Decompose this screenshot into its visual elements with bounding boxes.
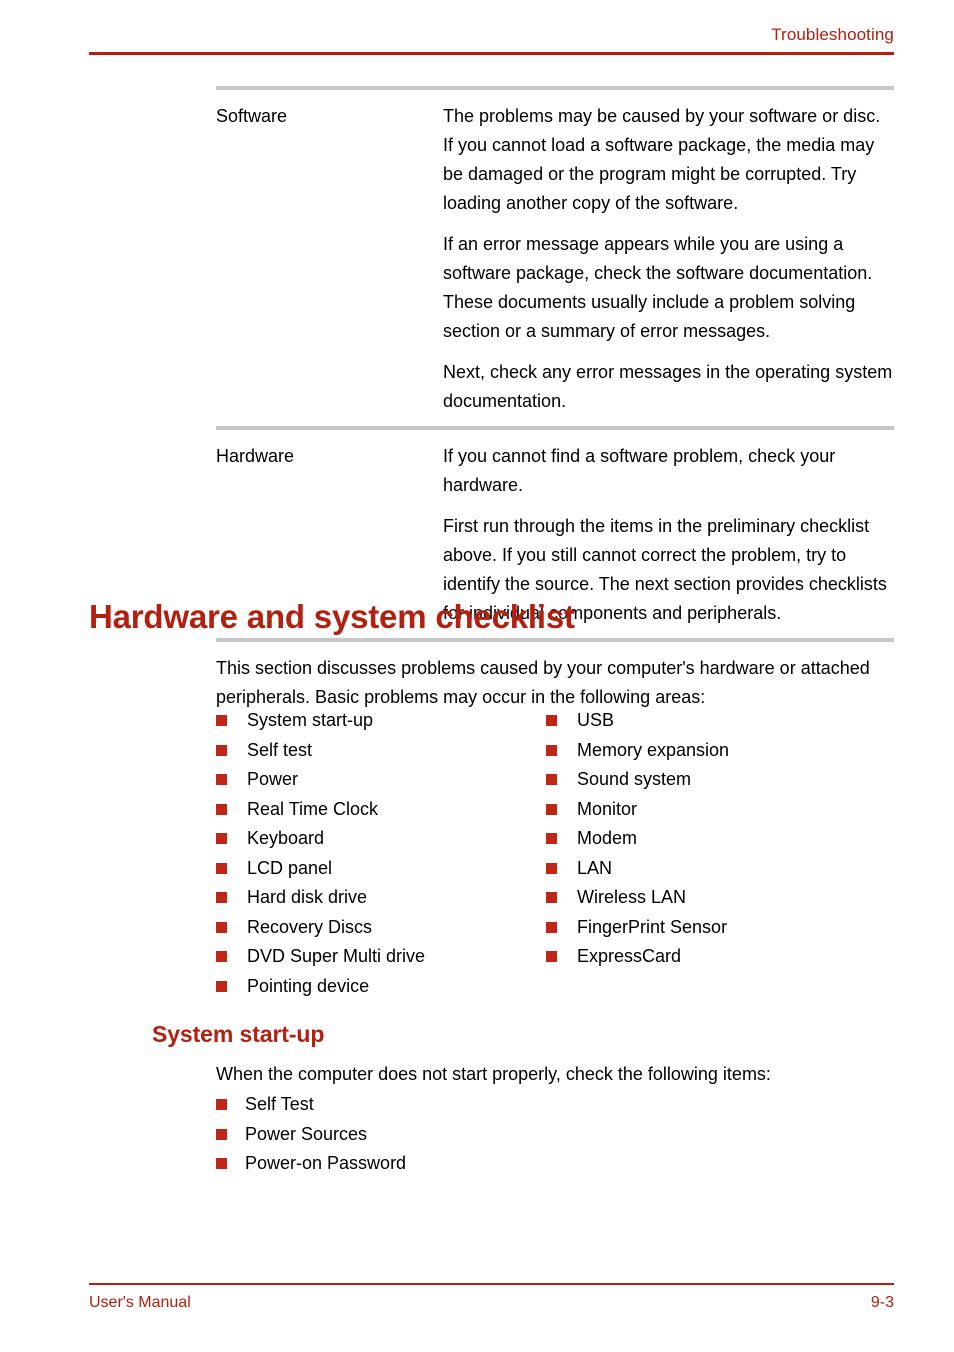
- checklist-item-label: Memory expansion: [577, 739, 730, 760]
- checklist-item: DVD Super Multi drive: [216, 942, 546, 972]
- checklist-item: Pointing device: [216, 972, 546, 1002]
- checklist-right-column: USB Memory expansion Sound system Monitor Mo…: [546, 706, 876, 1001]
- checklist-item: Hard disk drive: [216, 883, 546, 913]
- square-bullet-icon: [216, 833, 227, 844]
- subsection-item: Self Test: [216, 1090, 906, 1120]
- header-divider: [89, 52, 894, 55]
- checklist-item: Self test: [216, 736, 546, 766]
- checklist-item-label: LAN: [577, 857, 613, 878]
- square-bullet-icon: [546, 803, 557, 815]
- page-footer: User's Manual 9-3: [89, 1292, 894, 1314]
- checklist-item: Memory expansion: [546, 736, 876, 766]
- subsection-intro: When the computer does not start properl…: [216, 1060, 906, 1089]
- square-bullet-icon: [216, 803, 227, 815]
- checklist-item-label: System start-up: [247, 710, 374, 730]
- checklist-item-label: Wireless LAN: [577, 887, 687, 907]
- checklist-item-label: Pointing device: [247, 975, 370, 996]
- checklist-item-label: Sound system: [577, 769, 692, 789]
- footer-divider: [89, 1283, 894, 1285]
- checklist-item: Wireless LAN: [546, 883, 876, 913]
- subsection-heading: System start-up: [152, 1021, 325, 1047]
- checklist-item-label: Modem: [577, 828, 638, 848]
- square-bullet-icon: [216, 715, 227, 726]
- subsection-item: Power Sources: [216, 1120, 906, 1150]
- page-header-title: Troubleshooting: [771, 25, 894, 44]
- footer-manual-label: User's Manual: [89, 1294, 191, 1311]
- square-bullet-icon: [546, 862, 557, 874]
- checklist-item-label: Self test: [247, 739, 313, 760]
- square-bullet-icon: [546, 951, 557, 962]
- subsection-item-label: Power-on Password: [245, 1153, 407, 1173]
- checklist-item: Power: [216, 765, 546, 795]
- square-bullet-icon: [216, 951, 227, 962]
- checklist-item-label: Real Time Clock: [247, 798, 379, 819]
- table-term: Hardware: [216, 446, 295, 466]
- checklist-item: Keyboard: [216, 824, 546, 854]
- square-bullet-icon: [546, 833, 557, 844]
- checklist-item: LAN: [546, 854, 876, 884]
- checklist-item-label: Power: [247, 769, 299, 789]
- table-paragraph: The problems may be caused by your softw…: [443, 106, 881, 213]
- checklist-item: LCD panel: [216, 854, 546, 884]
- checklist-item-label: Monitor: [577, 798, 638, 819]
- square-bullet-icon: [216, 744, 227, 756]
- square-bullet-icon: [546, 715, 557, 726]
- footer-page-number: 9-3: [870, 1294, 894, 1311]
- checklist-item: Modem: [546, 824, 876, 854]
- square-bullet-icon: [546, 744, 557, 756]
- page-header: Troubleshooting: [89, 24, 894, 46]
- checklist-item: USB: [546, 706, 876, 736]
- checklist-left-column: System start-up Self test Power Real Time C…: [216, 706, 546, 1001]
- checklist-item-label: Keyboard: [247, 828, 325, 848]
- checklist-columns: System start-up Self test Power Real Time C…: [216, 706, 906, 1001]
- square-bullet-icon: [216, 921, 227, 933]
- square-bullet-icon: [216, 1099, 227, 1110]
- subsection-item-label: Power Sources: [245, 1123, 368, 1144]
- square-bullet-icon: [216, 1158, 227, 1169]
- table-paragraph: If you cannot find a software problem, c…: [443, 446, 836, 495]
- definition-table: Software The problems may be caused by y…: [216, 86, 894, 642]
- square-bullet-icon: [216, 980, 227, 992]
- checklist-item: Monitor: [546, 795, 876, 825]
- square-bullet-icon: [216, 892, 227, 903]
- checklist-item: ExpressCard: [546, 942, 876, 972]
- subsection-item-label: Self Test: [245, 1094, 314, 1114]
- checklist-item-label: Recovery Discs: [247, 916, 373, 937]
- manual-page: Troubleshooting Software The problems ma…: [0, 0, 954, 1352]
- subsection-checklist: Self Test Power Sources Power-on Password: [216, 1090, 906, 1179]
- table-term: Software: [216, 106, 288, 126]
- square-bullet-icon: [216, 774, 227, 785]
- checklist-item: FingerPrint Sensor: [546, 913, 876, 943]
- table-description: The problems may be caused by your softw…: [443, 90, 894, 426]
- checklist-item-label: DVD Super Multi drive: [247, 946, 426, 966]
- table-bottom-border: [216, 638, 894, 642]
- checklist-item-label: Hard disk drive: [247, 887, 368, 907]
- table-paragraph: If an error message appears while you ar…: [443, 234, 873, 341]
- table-paragraph: Next, check any error messages in the op…: [443, 362, 893, 411]
- checklist-item: Real Time Clock: [216, 795, 546, 825]
- square-bullet-icon: [546, 774, 557, 785]
- square-bullet-icon: [546, 892, 557, 903]
- subsection-item: Power-on Password: [216, 1149, 906, 1179]
- square-bullet-icon: [546, 921, 557, 933]
- checklist-item-label: USB: [577, 710, 615, 730]
- section-heading: Hardware and system checklist: [89, 598, 575, 635]
- section-intro-text: This section discusses problems caused b…: [216, 658, 870, 707]
- square-bullet-icon: [216, 862, 227, 874]
- section-intro: This section discusses problems caused b…: [216, 654, 906, 712]
- checklist-item: System start-up: [216, 706, 546, 736]
- checklist-item-label: LCD panel: [247, 857, 333, 878]
- table-row: Software The problems may be caused by y…: [216, 90, 894, 426]
- subsection-intro-text: When the computer does not start properl…: [216, 1064, 771, 1084]
- checklist-item-label: ExpressCard: [577, 946, 682, 966]
- checklist-item: Recovery Discs: [216, 913, 546, 943]
- square-bullet-icon: [216, 1128, 227, 1140]
- checklist-item: Sound system: [546, 765, 876, 795]
- checklist-item-label: FingerPrint Sensor: [577, 916, 728, 937]
